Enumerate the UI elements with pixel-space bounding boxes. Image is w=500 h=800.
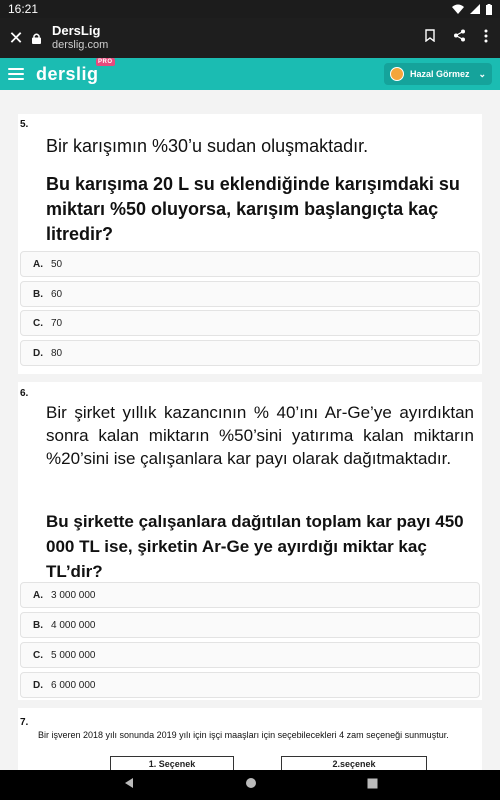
option-value: 80 bbox=[51, 347, 63, 359]
lock-icon bbox=[32, 33, 46, 44]
question-number: 7. bbox=[20, 717, 29, 728]
user-menu-button[interactable]: Hazal Görmez ⌄ bbox=[384, 63, 492, 85]
option-value: 70 bbox=[51, 317, 63, 329]
battery-icon bbox=[486, 3, 492, 15]
option-letter: D. bbox=[33, 679, 43, 691]
wifi-icon bbox=[452, 4, 464, 14]
back-icon[interactable] bbox=[123, 776, 135, 794]
question-prompt: Bu karışıma 20 L su eklendiğinde karışım… bbox=[46, 174, 460, 244]
signal-icon bbox=[470, 4, 480, 14]
answer-option-c[interactable]: C. 70 bbox=[20, 310, 480, 336]
table-header-cell: 2.seçenek bbox=[281, 756, 427, 770]
browser-titles: DersLig derslig.com bbox=[52, 23, 425, 52]
avatar bbox=[390, 67, 404, 81]
question-number: 6. bbox=[20, 388, 29, 399]
option-letter: B. bbox=[33, 619, 43, 631]
answer-option-c[interactable]: C. 5 000 000 bbox=[20, 642, 480, 668]
close-icon[interactable]: ✕ bbox=[0, 28, 32, 49]
system-nav-bar bbox=[0, 770, 500, 800]
option-value: 6 000 000 bbox=[51, 679, 96, 691]
table-header-cell: 1. Seçenek bbox=[110, 756, 234, 770]
answer-option-b[interactable]: B. 60 bbox=[20, 281, 480, 307]
browser-toolbar: ✕ DersLig derslig.com bbox=[0, 18, 500, 58]
option-letter: A. bbox=[33, 258, 43, 270]
home-icon[interactable] bbox=[245, 776, 257, 794]
question-stem: Bir karışımın %30’u sudan oluşmaktadır. bbox=[46, 136, 369, 156]
option-letter: D. bbox=[33, 347, 43, 359]
app-header: derslig PRO Hazal Görmez ⌄ bbox=[0, 57, 500, 90]
answer-option-a[interactable]: A. 50 bbox=[20, 251, 480, 277]
status-time: 16:21 bbox=[8, 2, 39, 16]
recents-icon[interactable] bbox=[367, 776, 378, 794]
answer-option-d[interactable]: D. 80 bbox=[20, 340, 480, 366]
option-value: 50 bbox=[51, 258, 63, 270]
option-letter: C. bbox=[33, 649, 43, 661]
question-list[interactable]: 5. Bir karışımın %30’u sudan oluşmaktadı… bbox=[0, 90, 500, 770]
logo[interactable]: derslig PRO bbox=[36, 57, 115, 85]
option-letter: C. bbox=[33, 317, 43, 329]
answer-option-b[interactable]: B. 4 000 000 bbox=[20, 612, 480, 638]
option-letter: A. bbox=[33, 589, 43, 601]
page-url: derslig.com bbox=[52, 39, 109, 52]
logo-text: derslig bbox=[36, 63, 99, 84]
menu-icon[interactable] bbox=[8, 65, 24, 83]
answer-option-a[interactable]: A. 3 000 000 bbox=[20, 582, 480, 608]
more-options-icon[interactable] bbox=[484, 29, 488, 48]
page-title: DersLig bbox=[52, 23, 101, 39]
option-value: 5 000 000 bbox=[51, 649, 96, 661]
question-number: 5. bbox=[20, 119, 29, 130]
option-value: 60 bbox=[51, 288, 63, 300]
bookmark-icon[interactable] bbox=[425, 29, 435, 47]
question-stem: Bir işveren 2018 yılı sonunda 2019 yılı … bbox=[38, 730, 449, 740]
question-stem: Bir şirket yıllık kazancının % 40’ını Ar… bbox=[46, 403, 474, 468]
question-prompt: Bu şirkette çalışanlara dağıtılan toplam… bbox=[46, 512, 464, 581]
chevron-down-icon: ⌄ bbox=[478, 68, 486, 79]
answer-option-d[interactable]: D. 6 000 000 bbox=[20, 672, 480, 698]
option-value: 3 000 000 bbox=[51, 589, 96, 601]
user-name: Hazal Görmez bbox=[410, 69, 470, 79]
option-value: 4 000 000 bbox=[51, 619, 96, 631]
status-bar: 16:21 bbox=[0, 0, 500, 18]
option-letter: B. bbox=[33, 288, 43, 300]
pro-badge: PRO bbox=[96, 57, 115, 66]
share-icon[interactable] bbox=[453, 29, 466, 47]
